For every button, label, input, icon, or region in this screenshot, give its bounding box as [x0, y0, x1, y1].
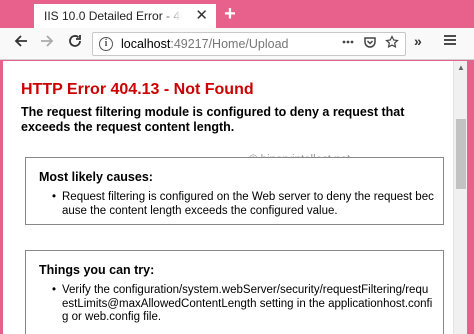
navigation-toolbar: i localhost:49217/Home/Upload »	[0, 28, 474, 60]
page-viewport: HTTP Error 404.13 - Not Found The reques…	[3, 61, 453, 334]
list-item: Request filtering is configured on the W…	[52, 191, 434, 218]
scroll-up-icon[interactable]: ▲	[454, 61, 468, 75]
causes-list: Request filtering is configured on the W…	[52, 191, 443, 218]
tab-strip: IIS 10.0 Detailed Error - 404.13 - Not F…	[0, 0, 474, 28]
new-tab-button[interactable]: +	[220, 3, 240, 25]
causes-box: Most likely causes: Request filtering is…	[25, 157, 444, 225]
url-text[interactable]: localhost:49217/Home/Upload	[121, 37, 288, 51]
actions-list: Verify the configuration/system.webServe…	[52, 284, 443, 325]
url-path: :49217/Home/Upload	[170, 37, 289, 51]
actions-box: Things you can try: Verify the configura…	[25, 250, 444, 334]
causes-heading: Most likely causes:	[39, 170, 153, 184]
more-icon[interactable]	[341, 35, 355, 52]
url-actions	[341, 35, 399, 52]
list-item: Verify the configuration/system.webServe…	[52, 284, 434, 325]
info-icon[interactable]: i	[99, 37, 113, 51]
overflow-icon[interactable]: »	[414, 33, 422, 49]
bookmark-star-icon[interactable]	[385, 35, 399, 52]
vertical-scrollbar[interactable]: ▲	[453, 61, 467, 334]
error-description: The request filtering module is configur…	[21, 105, 405, 134]
pocket-icon[interactable]	[363, 35, 377, 52]
error-title: HTTP Error 404.13 - Not Found	[21, 81, 254, 98]
close-tab-icon[interactable]: ✕	[195, 7, 208, 25]
scroll-thumb[interactable]	[456, 119, 466, 189]
menu-icon[interactable]	[442, 32, 458, 53]
back-icon[interactable]	[10, 33, 32, 55]
reload-icon[interactable]	[64, 33, 86, 55]
address-bar[interactable]: i localhost:49217/Home/Upload	[92, 32, 406, 56]
actions-heading: Things you can try:	[39, 263, 155, 277]
url-host: localhost	[121, 37, 171, 51]
tab-active[interactable]: IIS 10.0 Detailed Error - 404.13 - Not F…	[34, 4, 216, 28]
forward-icon[interactable]	[36, 33, 58, 55]
tab-title: IIS 10.0 Detailed Error - 404.13 - Not F…	[44, 9, 182, 23]
